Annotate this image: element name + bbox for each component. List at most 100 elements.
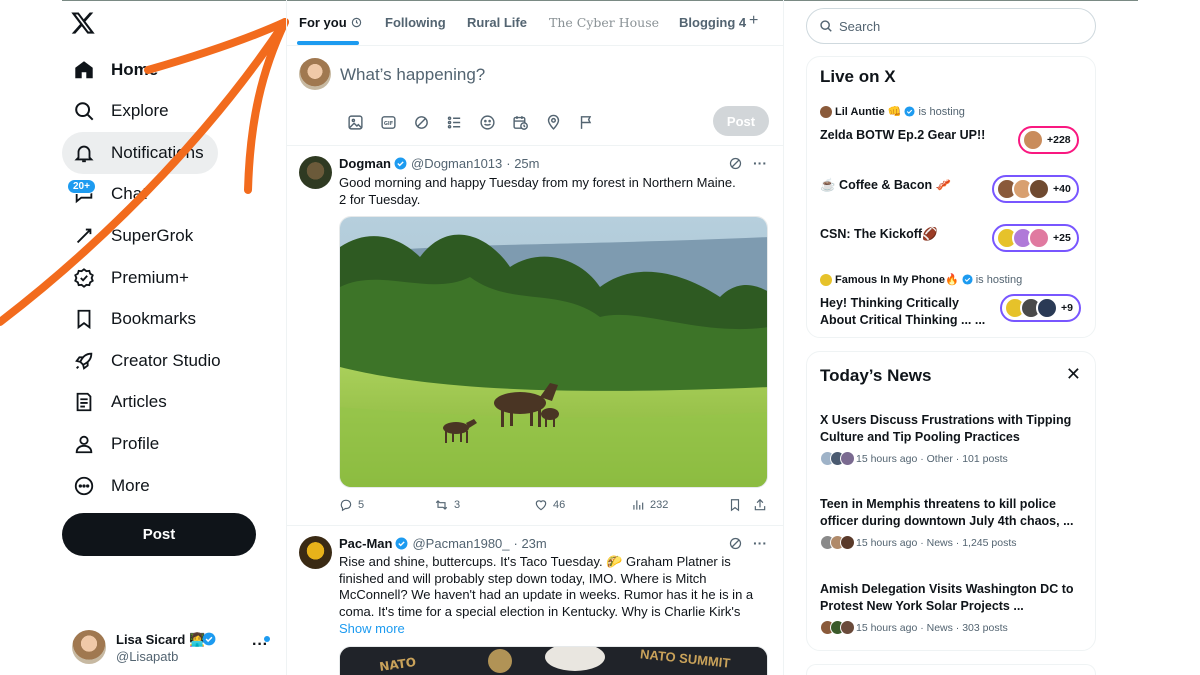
reply-count: 5 xyxy=(358,499,365,511)
nav-notifications[interactable]: Notifications xyxy=(62,132,218,174)
compose-input[interactable]: What’s happening? xyxy=(340,65,485,85)
tweet-text-line: 2 for Tuesday. xyxy=(339,191,421,207)
tab-rural-life[interactable]: Rural Life xyxy=(467,15,527,30)
nav-label: Chat xyxy=(111,184,147,203)
rocket-icon xyxy=(72,349,96,373)
reply-button[interactable]: 5 xyxy=(339,498,364,512)
image-icon[interactable] xyxy=(339,111,372,133)
timeline-tabs: For you Following Rural Life The Cyber H… xyxy=(287,0,783,46)
unread-dot xyxy=(264,636,270,642)
live-listeners-pill[interactable]: +9 xyxy=(1000,294,1081,322)
x-logo-icon[interactable] xyxy=(70,10,100,40)
add-tab-icon[interactable]: + xyxy=(749,12,758,30)
flag-icon[interactable] xyxy=(570,111,603,133)
tweet-time[interactable]: · 25m xyxy=(506,156,539,171)
tab-for-you[interactable]: For you xyxy=(299,15,362,30)
live-listeners-pill[interactable]: +228 xyxy=(1018,126,1079,154)
nav-creator-studio[interactable]: Creator Studio xyxy=(62,340,235,382)
live-item[interactable]: Lil Auntie 👊 is hosting Zelda BOTW Ep.2 … xyxy=(820,105,1086,155)
nav-explore[interactable]: Explore xyxy=(62,90,183,132)
like-button[interactable]: 46 xyxy=(534,498,565,512)
avatar xyxy=(299,156,332,189)
nav-home[interactable]: Home xyxy=(62,49,172,91)
live-host: Famous In My Phone🔥 is hosting xyxy=(820,273,1022,286)
tab-the-cyber-house[interactable]: The Cyber House xyxy=(549,15,659,30)
live-item[interactable]: Famous In My Phone🔥 is hosting Hey! Thin… xyxy=(820,273,1086,329)
close-icon[interactable]: ✕ xyxy=(1066,364,1081,385)
tweet-author-name[interactable]: Dogman xyxy=(339,156,391,171)
nav-more[interactable]: More xyxy=(62,465,164,507)
search-bar[interactable] xyxy=(806,8,1096,44)
nav-articles[interactable]: Articles xyxy=(62,381,181,423)
news-item[interactable]: Amish Delegation Visits Washington DC to… xyxy=(820,581,1086,635)
listener-count: +228 xyxy=(1047,134,1071,146)
clock-icon xyxy=(351,17,362,28)
news-meta: 15 hours ago · News · 303 posts xyxy=(820,620,1086,635)
live-item[interactable]: ☕ Coffee & Bacon 🥓 +40 xyxy=(820,175,1086,209)
timeline: For you Following Rural Life The Cyber H… xyxy=(286,0,784,675)
repost-button[interactable]: 3 xyxy=(434,498,460,512)
tweet-author-handle[interactable]: @Pacman1980_ xyxy=(412,536,509,551)
views-count: 232 xyxy=(650,499,669,511)
host-name: Famous In My Phone🔥 xyxy=(835,274,959,286)
host-avatar xyxy=(820,105,832,118)
nav-supergrok[interactable]: SuperGrok xyxy=(62,215,207,257)
tab-following[interactable]: Following xyxy=(385,15,446,30)
repost-count: 3 xyxy=(454,499,461,511)
nav-bookmarks[interactable]: Bookmarks xyxy=(62,298,210,340)
tweet-image[interactable] xyxy=(339,216,768,488)
account-switcher[interactable]: Lisa Sicard 👩‍💻 @Lisapatb ··· xyxy=(72,630,272,666)
more-dots-icon[interactable]: ··· xyxy=(753,155,767,171)
tweet-actions: 5 3 46 232 xyxy=(339,498,769,516)
news-item[interactable]: X Users Discuss Frustrations with Tippin… xyxy=(820,412,1086,466)
tweet-time[interactable]: · 23m xyxy=(514,536,547,551)
verified-icon xyxy=(962,274,973,285)
premium-icon xyxy=(72,266,96,290)
emoji-icon[interactable] xyxy=(471,111,504,133)
tweet-author-name[interactable]: Pac-Man xyxy=(339,536,392,551)
verified-icon xyxy=(394,157,407,170)
live-listeners-pill[interactable]: +40 xyxy=(992,175,1079,203)
news-item[interactable]: Teen in Memphis threatens to kill police… xyxy=(820,496,1086,550)
search-input[interactable] xyxy=(839,18,1079,34)
next-card xyxy=(806,664,1096,675)
avatar xyxy=(1036,297,1058,319)
more-dots-icon[interactable]: ··· xyxy=(753,535,767,551)
share-button[interactable] xyxy=(753,498,767,512)
live-listeners-pill[interactable]: +25 xyxy=(992,224,1079,252)
profile-icon xyxy=(72,432,96,456)
schedule-icon[interactable] xyxy=(504,111,537,133)
composer-tools: GIF xyxy=(339,111,603,133)
account-name: Lisa Sicard 👩‍💻 xyxy=(116,632,206,647)
tweet-image[interactable]: NATO NATO SUMMIT xyxy=(339,646,768,675)
chat-badge: 20+ xyxy=(67,179,96,194)
bookmark-button[interactable] xyxy=(728,498,742,512)
verified-icon xyxy=(904,106,915,117)
live-item[interactable]: CSN: The Kickoff🏈 +25 xyxy=(820,224,1086,258)
post-button[interactable]: Post xyxy=(62,513,256,556)
grok-icon[interactable] xyxy=(728,536,743,551)
nav-label: Articles xyxy=(111,392,167,411)
news-avatars xyxy=(820,451,855,466)
grok-icon[interactable] xyxy=(728,156,743,171)
nav-premium[interactable]: Premium+ xyxy=(62,257,203,299)
tab-blogging-4[interactable]: Blogging 4 xyxy=(679,15,746,30)
poll-icon[interactable] xyxy=(438,111,471,133)
news-avatars xyxy=(820,535,855,550)
live-title: ☕ Coffee & Bacon 🥓 xyxy=(820,178,952,192)
gif-icon[interactable]: GIF xyxy=(372,111,405,133)
tweet[interactable]: Pac-Man @Pacman1980_ · 23m ··· Rise and … xyxy=(287,526,783,675)
nav-label: Explore xyxy=(111,101,169,120)
active-tab-indicator xyxy=(297,41,359,45)
compose-post-button[interactable]: Post xyxy=(713,106,769,136)
show-more-link[interactable]: Show more xyxy=(339,621,405,636)
location-icon[interactable] xyxy=(537,111,570,133)
composer: What’s happening? GIF Post xyxy=(287,46,783,146)
tweet-author-handle[interactable]: @Dogman1013 xyxy=(411,156,502,171)
bookmark-icon xyxy=(730,499,740,512)
views-button[interactable]: 232 xyxy=(631,498,668,512)
live-title: Hey! Thinking Critically About Critical … xyxy=(820,296,986,327)
nav-profile[interactable]: Profile xyxy=(62,423,173,465)
tweet[interactable]: Dogman @Dogman1013 · 25m ··· Good mornin… xyxy=(287,146,783,526)
grok-icon[interactable] xyxy=(405,111,438,133)
